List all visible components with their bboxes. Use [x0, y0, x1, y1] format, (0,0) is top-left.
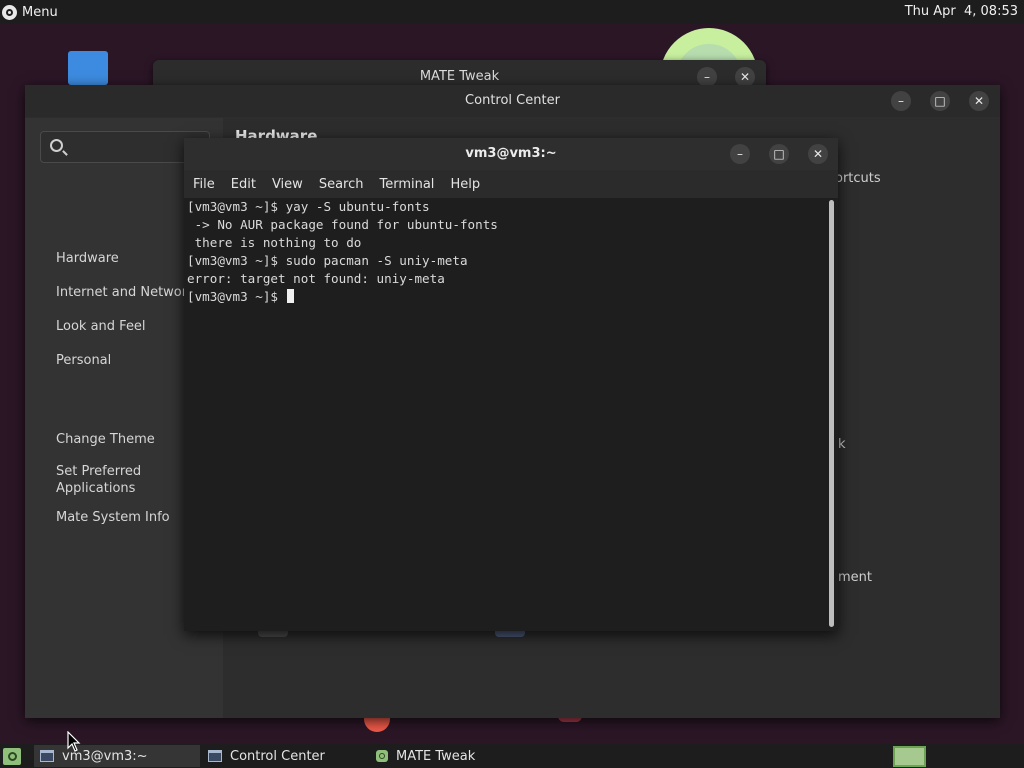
menu-edit[interactable]: Edit	[231, 177, 256, 192]
partial-label[interactable]: k	[838, 437, 846, 452]
task-change-theme[interactable]: Change Theme	[56, 432, 155, 447]
scrollbar[interactable]	[829, 200, 834, 627]
window-icon	[40, 750, 54, 762]
menu-bar: File Edit View Search Terminal Help	[184, 170, 838, 198]
clock[interactable]: Thu Apr 4, 08:53	[905, 4, 1018, 19]
menu-label: Menu	[22, 4, 58, 20]
task-set-preferred-applications[interactable]: Set Preferred Applications	[56, 463, 141, 497]
maximize-button[interactable]: □	[930, 91, 950, 111]
management-label[interactable]: ment	[838, 570, 872, 585]
menu-terminal[interactable]: Terminal	[379, 177, 434, 192]
menu-view[interactable]: View	[272, 177, 303, 192]
close-button[interactable]: ✕	[808, 144, 828, 164]
task-mate-system-info[interactable]: Mate System Info	[56, 510, 170, 525]
desktop-folder-icon[interactable]	[68, 51, 108, 85]
title-bar[interactable]: Control Center – □ ✕	[25, 85, 1000, 117]
terminal-window[interactable]: vm3@vm3:~ – □ ✕ File Edit View Search Te…	[184, 138, 838, 631]
menu-search[interactable]: Search	[319, 177, 364, 192]
terminal-line: [vm3@vm3 ~]$ sudo pacman -S uniy-meta	[187, 253, 468, 268]
maximize-button[interactable]: □	[769, 144, 789, 164]
taskbar-item-mate-tweak[interactable]: MATE Tweak	[370, 745, 536, 767]
text-cursor	[286, 289, 294, 303]
terminal-line: error: target not found: uniy-meta	[187, 271, 445, 286]
sidebar-item-look-and-feel[interactable]: Look and Feel	[56, 319, 146, 334]
minimize-button[interactable]: –	[891, 91, 911, 111]
menu-help[interactable]: Help	[450, 177, 480, 192]
minimize-button[interactable]: –	[697, 67, 717, 87]
menu-file[interactable]: File	[193, 177, 215, 192]
close-button[interactable]: ✕	[735, 67, 755, 87]
mate-tweak-icon	[376, 750, 388, 762]
sidebar-item-personal[interactable]: Personal	[56, 353, 111, 368]
taskbar-item-terminal[interactable]: vm3@vm3:~	[34, 745, 200, 767]
terminal-line: there is nothing to do	[187, 235, 362, 250]
search-icon	[50, 139, 63, 152]
terminal-output[interactable]: [vm3@vm3 ~]$ yay -S ubuntu-fonts -> No A…	[184, 198, 828, 631]
terminal-prompt: [vm3@vm3 ~]$	[187, 289, 286, 304]
sidebar-item-hardware[interactable]: Hardware	[56, 251, 119, 266]
task-label: MATE Tweak	[396, 748, 476, 764]
desktop-wallpaper-shape	[364, 716, 390, 732]
taskbar-item-control-center[interactable]: Control Center	[202, 745, 368, 767]
shortcuts-label[interactable]: ortcuts	[835, 171, 881, 186]
task-label: Control Center	[230, 748, 325, 764]
mate-logo-icon	[2, 4, 17, 20]
sidebar-item-internet-and-network[interactable]: Internet and Network	[56, 285, 195, 300]
show-desktop-icon[interactable]	[3, 748, 21, 765]
terminal-line: [vm3@vm3 ~]$ yay -S ubuntu-fonts	[187, 199, 430, 214]
title-bar[interactable]: vm3@vm3:~ – □ ✕	[184, 138, 838, 170]
mouse-pointer-icon	[67, 731, 81, 752]
close-button[interactable]: ✕	[969, 91, 989, 111]
main-menu-button[interactable]: Menu	[0, 0, 64, 24]
window-title: MATE Tweak	[419, 69, 500, 84]
minimize-button[interactable]: –	[730, 144, 750, 164]
bottom-panel: vm3@vm3:~ Control Center MATE Tweak	[0, 744, 1024, 768]
terminal-line: -> No AUR package found for ubuntu-fonts	[187, 217, 498, 232]
terminal-prompt-line[interactable]: [vm3@vm3 ~]$	[187, 288, 828, 306]
workspace-switcher-icon[interactable]	[893, 746, 926, 767]
window-title: Control Center	[465, 93, 560, 108]
top-panel: Menu Thu Apr 4, 08:53	[0, 0, 1024, 24]
window-icon	[208, 750, 222, 762]
